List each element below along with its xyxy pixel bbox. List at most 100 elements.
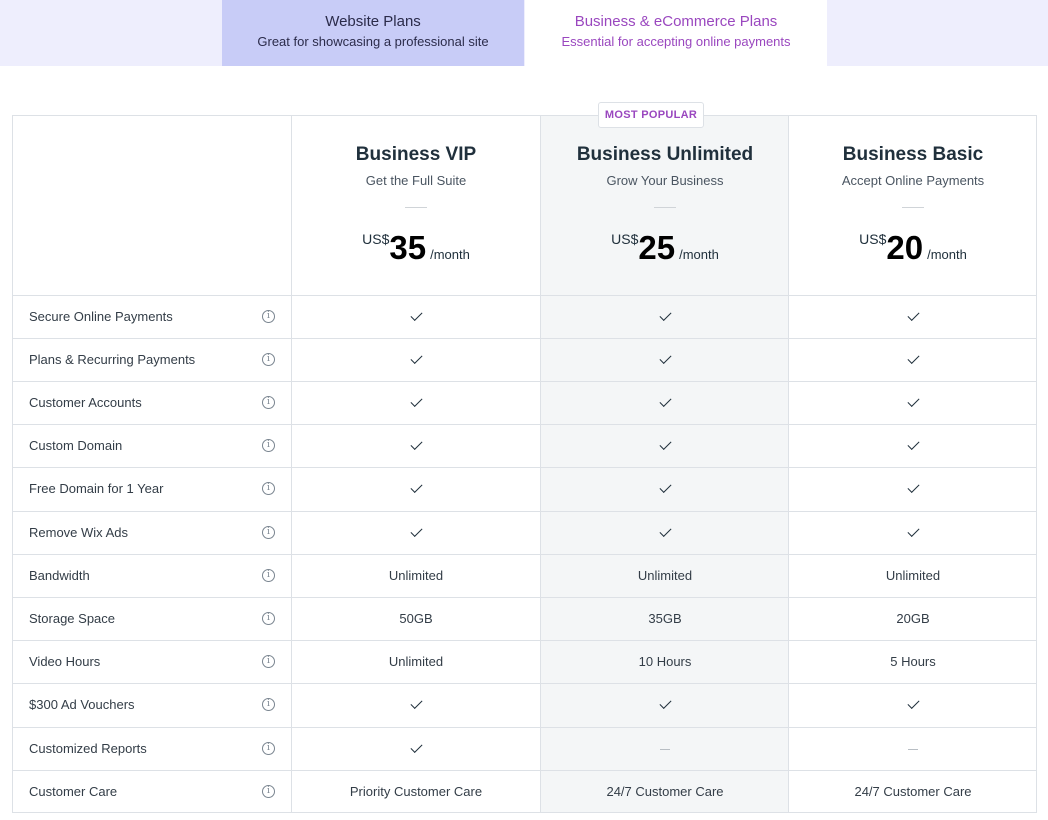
most-popular-badge: MOST POPULAR xyxy=(598,102,704,128)
dash-icon xyxy=(908,749,918,751)
feature-label: Free Domain for 1 Year xyxy=(29,481,164,496)
feature-label: Customized Reports xyxy=(29,741,147,756)
plan-price: US$35/month xyxy=(292,228,540,268)
tab-title: Business & eCommerce Plans xyxy=(574,13,778,30)
info-icon[interactable]: i xyxy=(262,742,275,755)
table-row: Video Hours i Unlimited 10 Hours 5 Hours xyxy=(13,640,1036,683)
table-cell xyxy=(292,728,540,770)
info-icon[interactable]: i xyxy=(262,655,275,668)
cell-value: 5 Hours xyxy=(890,654,936,669)
feature-label: Plans & Recurring Payments xyxy=(29,352,196,367)
check-icon xyxy=(906,480,920,493)
table-cell xyxy=(541,296,789,338)
plan-price: US$25/month xyxy=(541,228,789,268)
plan-type-tabbar: Website Plans Great for showcasing a pro… xyxy=(0,0,1048,66)
feature-label: Storage Space xyxy=(29,611,116,626)
table-row: Secure Online Payments i xyxy=(13,295,1036,338)
check-icon xyxy=(906,394,920,407)
info-icon[interactable]: i xyxy=(262,353,275,366)
info-icon[interactable]: i xyxy=(262,439,275,452)
check-icon xyxy=(409,308,423,321)
price-amount: 20 xyxy=(886,229,924,266)
table-cell: Priority Customer Care xyxy=(292,771,540,813)
tab-business-ecommerce-plans[interactable]: Business & eCommerce Plans Essential for… xyxy=(525,0,827,66)
info-icon[interactable]: i xyxy=(262,310,275,323)
feature-label: Remove Wix Ads xyxy=(29,525,128,540)
check-icon xyxy=(409,696,423,709)
plan-price: US$20/month xyxy=(789,228,1037,268)
check-icon xyxy=(906,351,920,364)
tab-subtitle: Essential for accepting online payments xyxy=(561,34,791,49)
check-icon xyxy=(409,524,423,537)
info-icon[interactable]: i xyxy=(262,569,275,582)
price-period: /month xyxy=(430,247,470,262)
table-cell xyxy=(292,512,540,554)
check-icon xyxy=(658,308,672,321)
check-icon xyxy=(409,437,423,450)
table-cell xyxy=(292,468,540,510)
table-cell xyxy=(541,468,789,510)
table-row: Bandwidth i Unlimited Unlimited Unlimited xyxy=(13,554,1036,597)
table-cell xyxy=(541,684,789,726)
table-cell xyxy=(789,684,1037,726)
info-icon[interactable]: i xyxy=(262,526,275,539)
table-cell xyxy=(789,728,1037,770)
table-cell: 5 Hours xyxy=(789,641,1037,683)
plan-divider xyxy=(405,207,427,208)
table-cell xyxy=(789,468,1037,510)
check-icon xyxy=(906,437,920,450)
plan-name: Business Unlimited xyxy=(576,144,754,165)
feature-label: Bandwidth xyxy=(29,568,90,583)
info-icon[interactable]: i xyxy=(262,482,275,495)
table-row: Customer Care i Priority Customer Care 24/7… xyxy=(13,770,1036,813)
price-currency: US$ xyxy=(611,231,639,247)
check-icon xyxy=(409,394,423,407)
price-currency: US$ xyxy=(859,231,887,247)
table-cell xyxy=(292,425,540,467)
feature-label: Video Hours xyxy=(29,654,101,669)
check-icon xyxy=(409,740,423,753)
table-cell xyxy=(541,339,789,381)
price-currency: US$ xyxy=(362,231,390,247)
plan-divider xyxy=(902,207,924,208)
info-icon[interactable]: i xyxy=(262,698,275,711)
tab-website-plans[interactable]: Website Plans Great for showcasing a pro… xyxy=(222,0,524,66)
feature-label: Custom Domain xyxy=(29,438,123,453)
table-cell xyxy=(541,382,789,424)
table-cell: 20GB xyxy=(789,598,1037,640)
cell-value: Unlimited xyxy=(388,568,444,583)
check-icon xyxy=(409,351,423,364)
plan-tagline: Accept Online Payments xyxy=(841,173,985,188)
plan-header: Business Basic Accept Online Payments US$2… xyxy=(789,116,1037,295)
table-cell: Unlimited xyxy=(541,555,789,597)
price-amount: 25 xyxy=(638,229,676,266)
table-row: Storage Space i 50GB 35GB 20GB xyxy=(13,597,1036,640)
table-row: Custom Domain i xyxy=(13,424,1036,467)
feature-label: Customer Care xyxy=(29,784,118,799)
cell-value: Priority Customer Care xyxy=(349,784,483,799)
check-icon xyxy=(658,524,672,537)
table-cell xyxy=(541,512,789,554)
check-icon xyxy=(658,480,672,493)
check-icon xyxy=(658,696,672,709)
table-cell xyxy=(789,296,1037,338)
cell-value: Unlimited xyxy=(885,568,941,583)
info-icon[interactable]: i xyxy=(262,612,275,625)
table-cell xyxy=(292,339,540,381)
plan-header: Business VIP Get the Full Suite US$35/mont… xyxy=(292,116,540,295)
cell-value: Unlimited xyxy=(388,654,444,669)
plan-name: Business Basic xyxy=(842,144,984,165)
table-cell xyxy=(292,296,540,338)
table-cell: Unlimited xyxy=(789,555,1037,597)
info-icon[interactable]: i xyxy=(262,396,275,409)
info-icon[interactable]: i xyxy=(262,785,275,798)
dash-icon xyxy=(660,749,670,751)
feature-label: $300 Ad Vouchers xyxy=(29,697,135,712)
table-cell: Unlimited xyxy=(292,641,540,683)
plan-divider xyxy=(654,207,676,208)
table-cell xyxy=(789,512,1037,554)
price-amount: 35 xyxy=(389,229,427,266)
tab-subtitle: Great for showcasing a professional site xyxy=(257,34,489,49)
table-bottom-border xyxy=(12,812,1037,813)
cell-value: Unlimited xyxy=(637,568,693,583)
